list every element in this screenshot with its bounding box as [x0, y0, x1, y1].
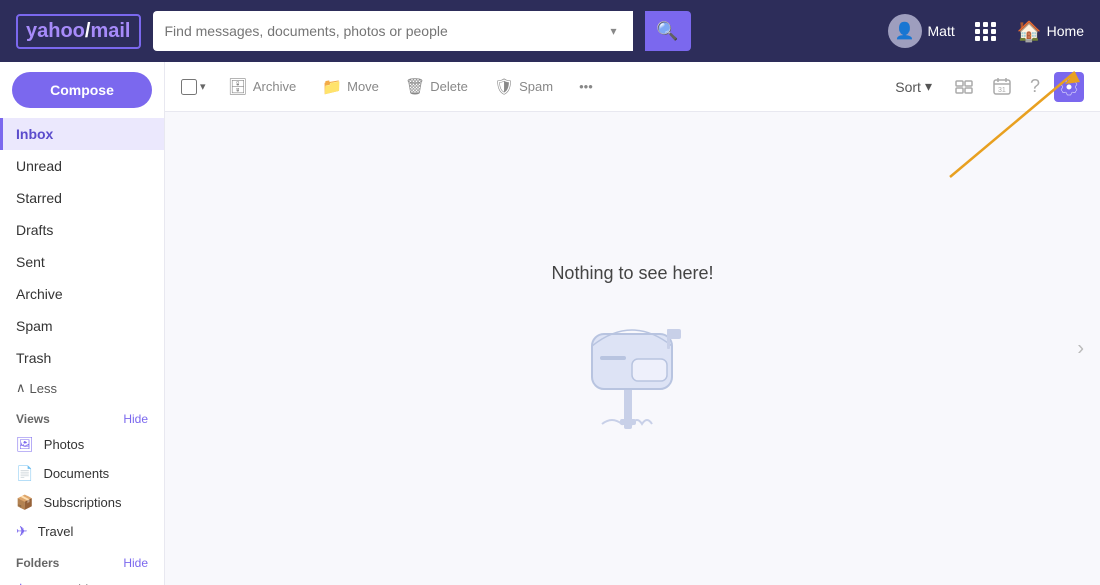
views-section-header: Views Hide: [0, 402, 164, 430]
more-icon: •••: [579, 79, 593, 94]
settings-button[interactable]: [1054, 72, 1084, 102]
photos-icon: 🖼: [16, 436, 34, 453]
subscriptions-icon: 📦: [16, 494, 33, 511]
sort-button[interactable]: Sort ▾: [887, 74, 940, 99]
select-dropdown-icon[interactable]: ▾: [200, 80, 206, 93]
search-dropdown-icon[interactable]: ▾: [610, 24, 616, 38]
starred-label: Starred: [16, 190, 62, 206]
home-button[interactable]: 🏠 Home: [1017, 19, 1084, 44]
move-label: Move: [347, 79, 379, 94]
select-all-checkbox[interactable]: [181, 79, 197, 95]
less-button[interactable]: ∧ Less: [0, 374, 164, 402]
move-button[interactable]: 📁 Move: [316, 73, 385, 101]
view-contacts-button[interactable]: [950, 73, 978, 101]
new-folder-button[interactable]: + New Folder: [0, 574, 164, 585]
avatar: 👤: [888, 14, 922, 48]
sidebar-item-unread[interactable]: Unread: [0, 150, 164, 182]
sidebar-item-travel[interactable]: ✈ Travel: [0, 517, 164, 546]
sort-chevron-icon: ▾: [925, 78, 932, 95]
inbox-label: Inbox: [16, 126, 53, 142]
user-menu-button[interactable]: 👤 Matt: [888, 14, 955, 48]
sidebar-item-starred[interactable]: Starred: [0, 182, 164, 214]
more-button[interactable]: •••: [573, 75, 599, 98]
plus-icon: +: [16, 580, 25, 585]
logo: yahoo/mail: [16, 14, 141, 49]
folders-label: Folders: [16, 556, 59, 570]
subscriptions-label: Subscriptions: [43, 495, 121, 510]
toolbar-actions: 🗄 Archive 📁 Move 🗑 Delete 🛡 Spam •••: [222, 73, 872, 101]
svg-text:31: 31: [998, 87, 1006, 94]
layout: Compose Inbox Unread Starred Drafts Sent…: [0, 62, 1100, 585]
header-right: 👤 Matt 🏠 Home: [888, 14, 1085, 48]
documents-icon: 📄: [16, 465, 33, 482]
home-icon: 🏠: [1017, 19, 1042, 44]
empty-state: Nothing to see here!: [551, 263, 713, 434]
delete-button[interactable]: 🗑 Delete: [399, 73, 474, 101]
expand-panel-button[interactable]: ›: [1077, 337, 1084, 360]
sidebar-item-drafts[interactable]: Drafts: [0, 214, 164, 246]
home-label: Home: [1047, 23, 1084, 39]
spam-label: Spam: [519, 79, 553, 94]
calendar-button[interactable]: 31: [988, 73, 1016, 101]
sidebar-item-documents[interactable]: 📄 Documents: [0, 459, 164, 488]
unread-label: Unread: [16, 158, 62, 174]
spam-button[interactable]: 🛡 Spam: [488, 73, 559, 101]
less-label: Less: [30, 381, 57, 396]
archive-icon: 🗄: [228, 77, 248, 97]
search-input[interactable]: [165, 23, 611, 39]
sidebar-item-sent[interactable]: Sent: [0, 246, 164, 278]
sort-label: Sort: [895, 79, 921, 95]
user-name: Matt: [928, 23, 955, 39]
folders-section-header: Folders Hide: [0, 546, 164, 574]
sidebar: Compose Inbox Unread Starred Drafts Sent…: [0, 62, 165, 585]
spam-icon: 🛡: [494, 77, 514, 97]
documents-label: Documents: [43, 466, 109, 481]
travel-label: Travel: [38, 524, 74, 539]
photos-label: Photos: [44, 437, 84, 452]
chevron-up-icon: ∧: [16, 380, 26, 396]
sidebar-item-spam[interactable]: Spam: [0, 310, 164, 342]
trash-label: Trash: [16, 350, 51, 366]
search-button[interactable]: 🔍: [645, 11, 691, 51]
sidebar-item-photos[interactable]: 🖼 Photos: [0, 430, 164, 459]
sidebar-item-subscriptions[interactable]: 📦 Subscriptions: [0, 488, 164, 517]
sent-label: Sent: [16, 254, 45, 270]
select-all-wrap: ▾: [181, 79, 206, 95]
toolbar: ▾ 🗄 Archive 📁 Move 🗑 Delete 🛡 Spam: [165, 62, 1100, 112]
archive-label: Archive: [253, 79, 296, 94]
sidebar-item-inbox[interactable]: Inbox: [0, 118, 164, 150]
apps-button[interactable]: [971, 18, 1001, 45]
new-folder-label: New Folder: [33, 582, 99, 585]
help-button[interactable]: ?: [1026, 72, 1044, 101]
delete-icon: 🗑: [405, 77, 425, 97]
delete-label: Delete: [430, 79, 468, 94]
email-list-area: Nothing to see here!: [165, 112, 1100, 585]
logo-text: yahoo/mail: [26, 20, 131, 42]
archive-label: Archive: [16, 286, 63, 302]
drafts-label: Drafts: [16, 222, 53, 238]
sidebar-item-archive[interactable]: Archive: [0, 278, 164, 310]
sidebar-item-trash[interactable]: Trash: [0, 342, 164, 374]
archive-button[interactable]: 🗄 Archive: [222, 73, 303, 101]
header: yahoo/mail ▾ 🔍 👤 Matt 🏠 Home: [0, 0, 1100, 62]
compose-button[interactable]: Compose: [12, 72, 152, 108]
travel-icon: ✈: [16, 523, 28, 540]
toolbar-right: Sort ▾: [887, 72, 1084, 102]
empty-message: Nothing to see here!: [551, 263, 713, 284]
move-icon: 📁: [322, 77, 342, 97]
views-hide-button[interactable]: Hide: [123, 412, 148, 426]
main-content: ▾ 🗄 Archive 📁 Move 🗑 Delete 🛡 Spam: [165, 62, 1100, 585]
search-bar: ▾: [153, 11, 633, 51]
mailbox-illustration: [572, 304, 692, 434]
folders-hide-button[interactable]: Hide: [123, 556, 148, 570]
spam-label: Spam: [16, 318, 53, 334]
views-label: Views: [16, 412, 50, 426]
